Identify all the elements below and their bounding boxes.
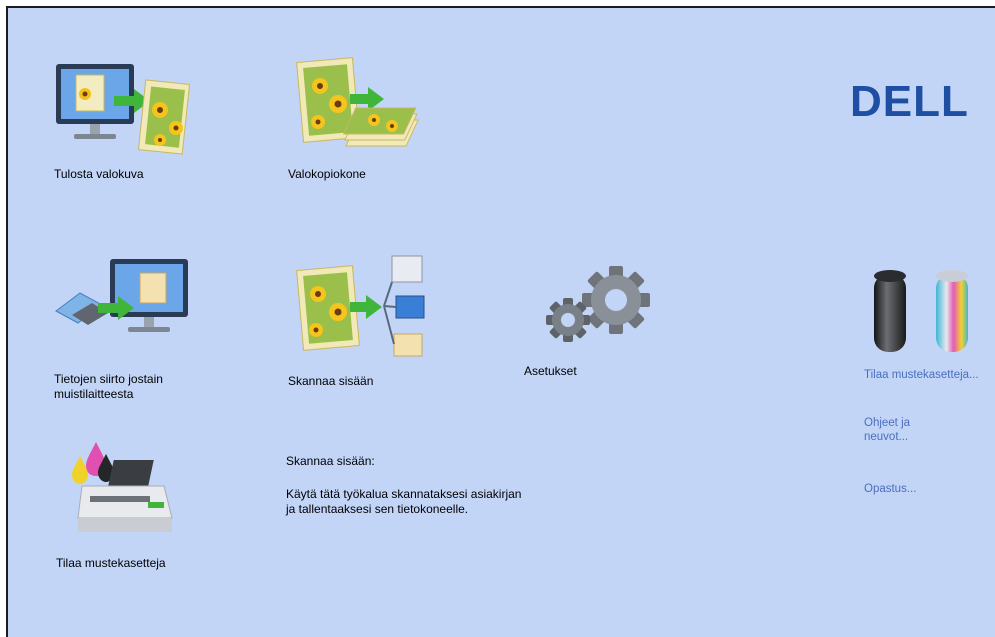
tutorial-link[interactable]: Opastus...	[864, 482, 916, 496]
dell-printer-home-window: Tulosta valokuva Valokopiokone Tietojen …	[6, 6, 995, 637]
settings-button[interactable]	[536, 260, 656, 350]
scan-to-computer-icon	[296, 255, 425, 357]
print-photo-label[interactable]: Tulosta valokuva	[54, 167, 144, 182]
ink-cartridges-graphic[interactable]	[870, 264, 980, 356]
help-link[interactable]: Ohjeet ja neuvot...	[864, 416, 954, 444]
info-panel-title: Skannaa sisään:	[286, 454, 375, 468]
monitor-photo-print-icon	[56, 64, 191, 155]
copier-button[interactable]	[290, 56, 435, 156]
photo-copy-icon	[296, 57, 419, 147]
print-photo-button[interactable]	[52, 58, 192, 163]
dell-logo-mark: DELL	[850, 77, 969, 126]
scan-button[interactable]	[292, 250, 432, 360]
order-ink-label[interactable]: Tilaa mustekasetteja	[56, 556, 166, 571]
dell-logo: DELL	[850, 77, 995, 127]
memory-transfer-button[interactable]	[52, 253, 192, 348]
dell-logo-text: DELL	[850, 78, 969, 122]
copier-label[interactable]: Valokopiokone	[288, 167, 366, 182]
order-cartridges-link[interactable]: Tilaa mustekasetteja...	[864, 368, 982, 382]
ink-cartridge-icon	[874, 270, 968, 352]
memory-card-transfer-icon	[55, 259, 188, 332]
gears-icon	[546, 266, 650, 342]
printer-ink-icon	[72, 442, 173, 532]
memory-transfer-label[interactable]: Tietojen siirto jostain muistilaitteesta	[54, 372, 214, 402]
info-panel-description: Käytä tätä työkalua skannataksesi asiaki…	[286, 487, 522, 516]
settings-label[interactable]: Asetukset	[524, 364, 577, 379]
scan-label[interactable]: Skannaa sisään	[288, 374, 373, 389]
order-ink-button[interactable]	[68, 440, 178, 540]
